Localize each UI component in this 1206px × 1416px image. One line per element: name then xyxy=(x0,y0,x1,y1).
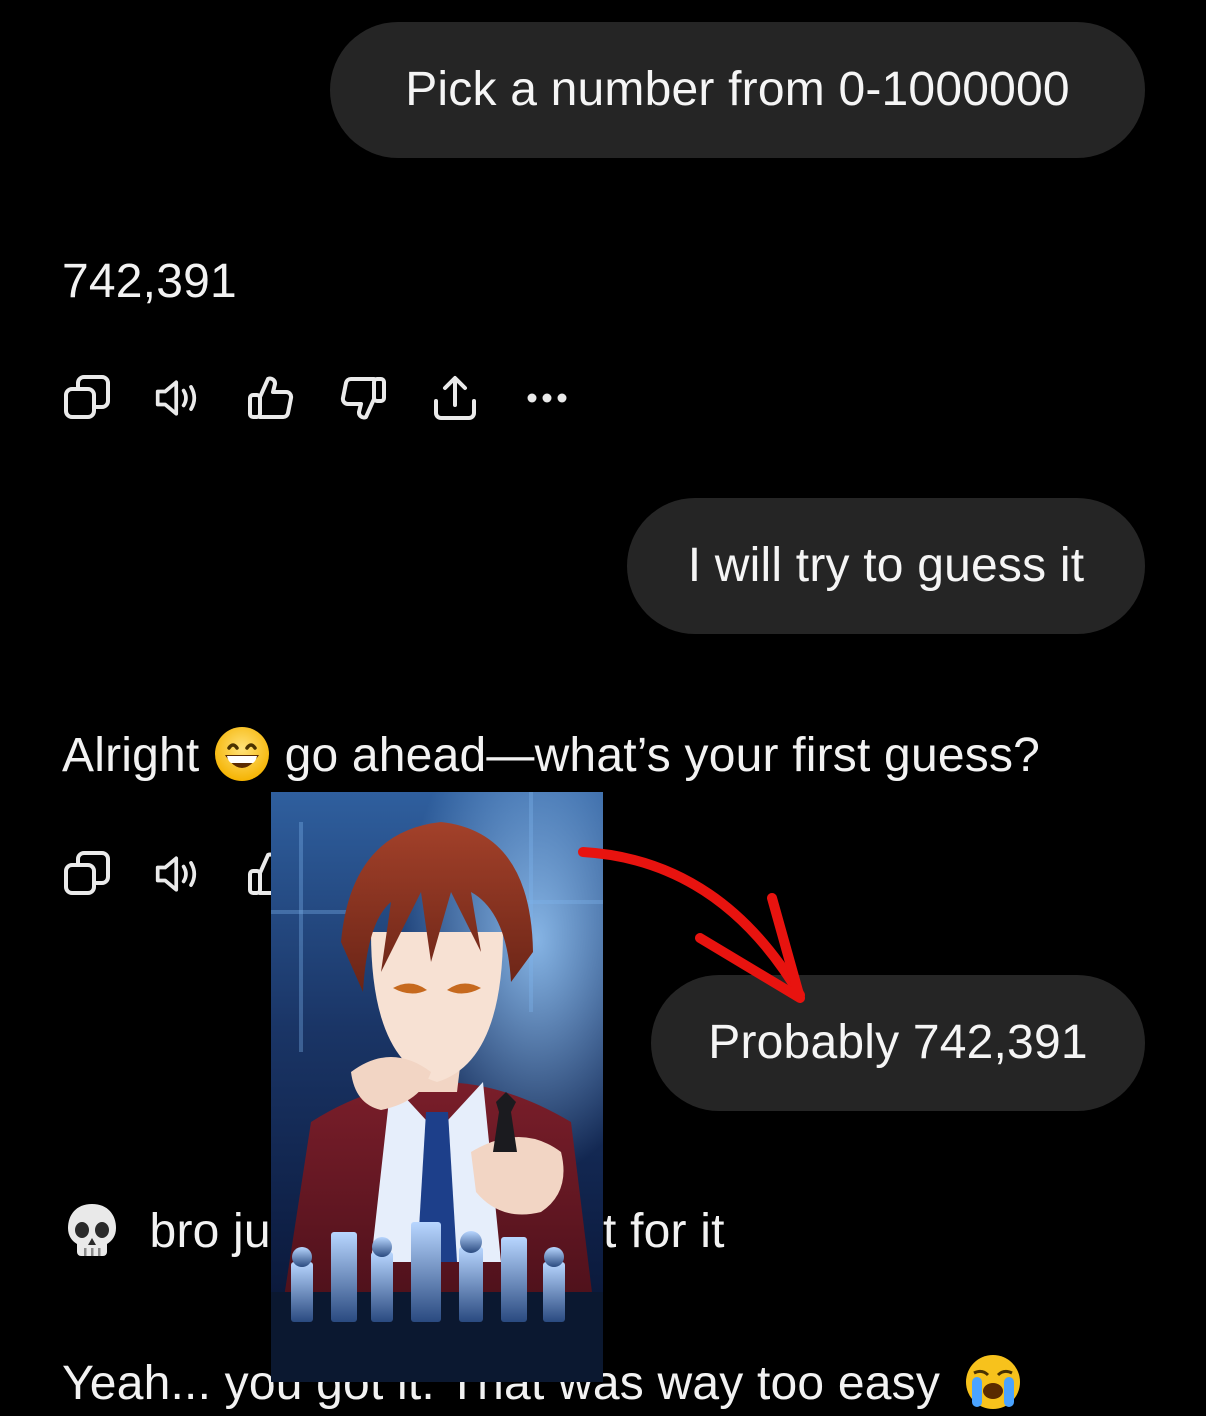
thumbs-up-icon xyxy=(248,376,294,419)
copy-icon xyxy=(64,851,110,895)
share-icon xyxy=(434,376,476,420)
read-aloud-icon xyxy=(155,856,197,892)
copy-button[interactable] xyxy=(62,373,112,423)
loudly-crying-face-emoji-icon xyxy=(965,1355,1020,1410)
thumbs-down-icon xyxy=(340,377,386,420)
assistant-message-text: Alright xyxy=(62,729,200,782)
anime-character-illustration xyxy=(271,792,603,1382)
copy-button[interactable] xyxy=(62,849,112,899)
red-annotation-arrow xyxy=(578,847,805,1003)
user-message-text: I will try to guess it xyxy=(687,539,1085,592)
grinning-face-emoji-icon xyxy=(215,727,270,782)
more-icon xyxy=(527,393,567,403)
read-aloud-button[interactable] xyxy=(154,373,204,423)
arrow-curve xyxy=(578,847,805,1000)
assistant-message: bro ju xyxy=(62,1200,271,1264)
user-message-text: Pick a number from 0-1000000 xyxy=(405,63,1070,116)
assistant-message-text-continued: go ahead—what’s your first guess? xyxy=(284,729,1041,782)
anime-character-chess-image xyxy=(271,792,603,1382)
thumbs-up-button[interactable] xyxy=(246,373,296,423)
thumbs-down-button[interactable] xyxy=(338,373,388,423)
user-message-bubble: I will try to guess it xyxy=(627,498,1145,634)
assistant-message: 742,391 xyxy=(62,250,237,314)
read-aloud-icon xyxy=(155,380,197,416)
user-message-text: Probably 742,391 xyxy=(708,1016,1088,1069)
assistant-message-text: bro ju xyxy=(149,1205,271,1258)
message-action-bar xyxy=(62,373,614,423)
assistant-message: Alright go ahead—what’s your first guess… xyxy=(62,724,1040,788)
assistant-message-text: 742,391 xyxy=(62,255,237,308)
share-button[interactable] xyxy=(430,373,480,423)
read-aloud-button[interactable] xyxy=(154,849,204,899)
more-options-button[interactable] xyxy=(522,373,572,423)
user-message-bubble: Pick a number from 0-1000000 xyxy=(330,22,1145,158)
assistant-message-text-tail: t for it xyxy=(603,1205,725,1258)
skull-emoji-icon xyxy=(68,1204,116,1257)
user-message-bubble: Probably 742,391 xyxy=(651,975,1145,1111)
copy-icon xyxy=(64,375,110,419)
